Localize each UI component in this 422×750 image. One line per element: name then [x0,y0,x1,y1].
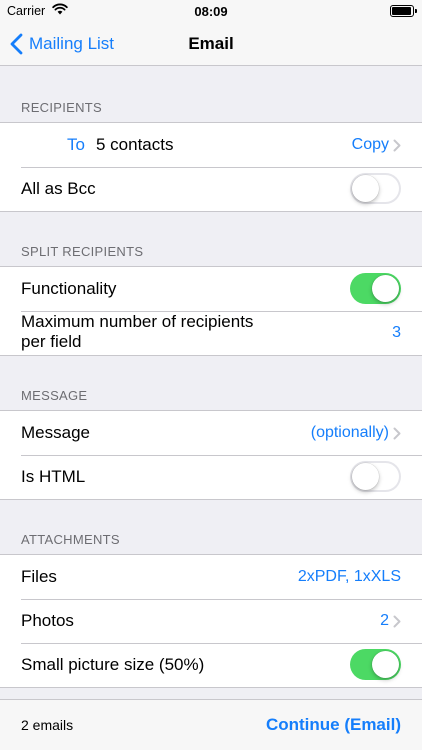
message-label: Message [21,423,90,442]
message-value-text: (optionally) [310,424,389,441]
functionality-label: Functionality [21,279,117,298]
photos-value: 2 [380,612,401,630]
row-small-picture-size: Small picture size (50%) [0,643,422,687]
toggle-knob [372,651,399,678]
small-picture-toggle[interactable] [350,649,401,680]
message-value: (optionally) [311,424,401,442]
is-html-label: Is HTML [21,467,86,486]
max-recipients-label: Maximum number of recipients per field [21,312,254,351]
copy-label: Copy [351,136,389,153]
files-label: Files [21,567,57,586]
group-message: Message (optionally) Is HTML [0,410,422,500]
copy-link[interactable]: Copy [352,136,401,154]
section-header-attachments: ATTACHMENTS [21,532,120,547]
chevron-right-icon [393,615,401,627]
toggle-knob [352,175,379,202]
to-value: 5 contacts [96,135,174,154]
row-files[interactable]: Files 2xPDF, 1xXLS [0,555,422,599]
row-message[interactable]: Message (optionally) [0,411,422,455]
chevron-right-icon [393,139,401,151]
row-is-html: Is HTML [0,455,422,499]
toggle-knob [372,275,399,302]
max-recipients-value: 3 [392,324,401,341]
row-to[interactable]: To 5 contacts Copy [0,123,422,167]
to-key-label: To [67,135,85,154]
section-header-recipients: RECIPIENTS [21,100,103,115]
toggle-knob [352,463,379,490]
page-title: Email [188,34,234,53]
navigation-bar: Mailing List Email [0,22,422,66]
functionality-toggle[interactable] [350,273,401,304]
section-header-message: MESSAGE [21,388,88,403]
row-functionality: Functionality [0,267,422,311]
is-html-toggle[interactable] [350,461,401,492]
continue-button[interactable]: Continue (Email) [266,715,401,735]
small-picture-label: Small picture size (50%) [21,655,205,674]
status-bar: Carrier 08:09 [0,0,422,22]
row-all-as-bcc: All as Bcc [0,167,422,211]
group-split: Functionality Maximum number of recipien… [0,266,422,356]
files-value: 2xPDF, 1xXLS [297,568,401,585]
row-photos[interactable]: Photos 2 [0,599,422,643]
chevron-right-icon [393,427,401,439]
photos-count: 2 [380,612,389,629]
row-max-recipients[interactable]: Maximum number of recipients per field 3 [0,311,422,355]
status-time: 08:09 [194,4,228,19]
photos-label: Photos [21,611,74,630]
group-recipients: To 5 contacts Copy All as Bcc [0,122,422,212]
group-attachments: Files 2xPDF, 1xXLS Photos 2 Small pictur… [0,554,422,688]
battery-icon [390,5,417,17]
email-count: 2 emails [21,717,74,733]
bcc-label: All as Bcc [21,179,96,198]
bcc-toggle[interactable] [350,173,401,204]
bottom-toolbar: 2 emails Continue (Email) [0,699,422,750]
section-header-split: SPLIT RECIPIENTS [21,244,144,259]
